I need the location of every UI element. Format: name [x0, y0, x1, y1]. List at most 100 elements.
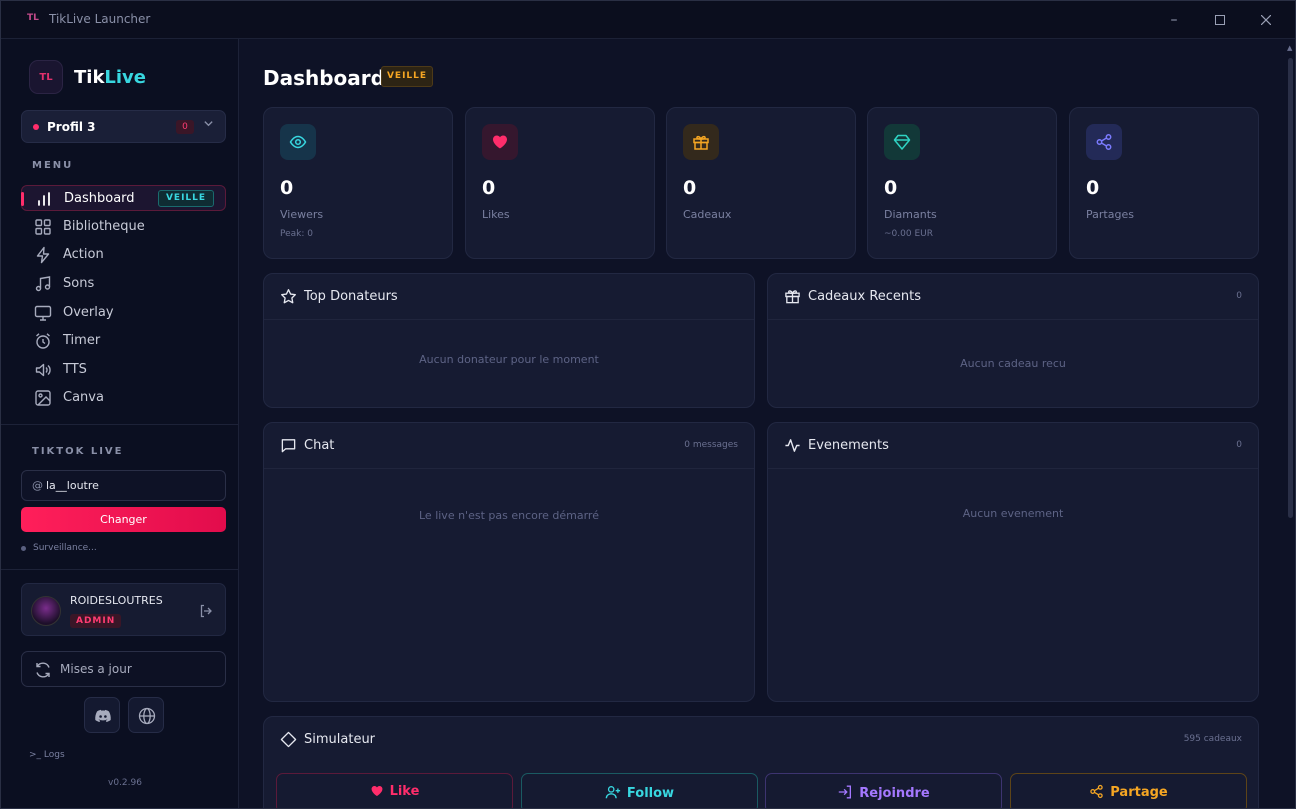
- heart-icon: [371, 785, 383, 797]
- connection-status: Surveillance...: [21, 543, 97, 553]
- panel-header: Simulateur 595 cadeaux: [264, 717, 1258, 763]
- brand-logo-icon: TL: [29, 60, 63, 94]
- avatar: [31, 596, 61, 626]
- grid-icon: [35, 219, 51, 235]
- gift-icon: [785, 290, 800, 304]
- sidebar-item-bibliotheque[interactable]: Bibliotheque: [21, 214, 226, 240]
- stat-label: Cadeaux: [683, 208, 732, 221]
- sidebar-item-tts[interactable]: TTS: [21, 357, 226, 383]
- brand: TL TikLive: [29, 59, 146, 95]
- tiktok-section-label: TIKTOK LIVE: [32, 446, 124, 457]
- minimize-button[interactable]: –: [1162, 9, 1186, 31]
- app-window: TL TikLive Launcher – TL TikLive Profil …: [0, 0, 1296, 809]
- sidebar-item-dashboard[interactable]: Dashboard VEILLE: [21, 185, 226, 211]
- stat-value: 0: [683, 177, 697, 199]
- profile-selector[interactable]: Profil 3 0: [21, 110, 226, 143]
- sidebar-item-sons[interactable]: Sons: [21, 271, 226, 297]
- image-icon: [35, 390, 51, 406]
- chat-panel: Chat 0 messages Le live n'est pas encore…: [263, 422, 755, 702]
- status-badge: VEILLE: [381, 66, 433, 87]
- logs-link[interactable]: >_ Logs: [29, 750, 65, 760]
- sidebar-item-overlay[interactable]: Overlay: [21, 300, 226, 326]
- empty-state: Aucun donateur pour le moment: [419, 353, 599, 366]
- main-scrollbar[interactable]: ▲: [1285, 40, 1295, 808]
- panel-title: Simulateur: [304, 732, 376, 747]
- title-bar: TL TikLive Launcher –: [1, 1, 1295, 39]
- at-prefix: @: [32, 479, 43, 492]
- panel-header: Top Donateurs: [264, 274, 754, 320]
- button-content: Follow: [522, 784, 757, 801]
- stat-subtext: ~0.00 EUR: [884, 229, 933, 239]
- logout-icon[interactable]: [198, 603, 214, 619]
- stat-label: Viewers: [280, 208, 324, 221]
- discord-icon: [95, 709, 111, 722]
- stat-card-shares: 0 Partages: [1069, 107, 1259, 259]
- sidebar-item-label: TTS: [63, 362, 87, 377]
- eye-icon: [280, 124, 316, 160]
- main-content: Dashboard VEILLE 0 Viewers Peak: 0 0 Lik…: [240, 40, 1285, 808]
- maximize-button[interactable]: [1208, 9, 1232, 31]
- panel-title: Chat: [304, 438, 335, 453]
- profile-name: Profil 3: [47, 119, 96, 134]
- sidebar-item-label: Overlay: [63, 305, 114, 320]
- active-indicator: [21, 192, 24, 206]
- change-handle-button[interactable]: Changer: [21, 507, 226, 532]
- discord-button[interactable]: [84, 697, 120, 733]
- gift-count: 595 cadeaux: [1183, 734, 1242, 744]
- brand-name-live: Live: [104, 66, 147, 88]
- tiktok-handle-value: la__loutre: [46, 479, 99, 492]
- button-label: Follow: [626, 786, 675, 801]
- button-content: Rejoindre: [766, 784, 1001, 801]
- connection-status-text: Surveillance...: [33, 543, 97, 553]
- page-title: Dashboard: [263, 66, 385, 90]
- brand-name-tik: Tik: [74, 66, 105, 88]
- website-button[interactable]: [128, 697, 164, 733]
- refresh-icon: [36, 662, 50, 678]
- simulate-join-button[interactable]: Rejoindre: [765, 773, 1002, 808]
- profile-status-dot: [33, 123, 39, 130]
- button-content: Like: [277, 784, 512, 799]
- sidebar-divider: [1, 424, 239, 425]
- share-icon: [1086, 124, 1122, 160]
- maximize-icon: [1215, 15, 1225, 25]
- panel-title: Evenements: [808, 438, 889, 453]
- sidebar-item-label: Canva: [63, 390, 104, 405]
- simulate-share-button[interactable]: Partage: [1010, 773, 1247, 808]
- updates-label: Mises a jour: [60, 662, 132, 676]
- close-button[interactable]: [1254, 9, 1278, 31]
- sidebar-item-label: Timer: [63, 333, 101, 348]
- message-count: 0 messages: [684, 440, 738, 450]
- user-card: ROIDESLOUTRES ADMIN: [21, 583, 226, 636]
- bar-chart-icon: [38, 192, 50, 206]
- scroll-up-icon[interactable]: ▲: [1287, 44, 1292, 52]
- updates-button[interactable]: Mises a jour: [21, 651, 226, 687]
- lightning-icon: [36, 246, 50, 264]
- button-label: Like: [389, 784, 420, 799]
- events-panel: Evenements 0 Aucun evenement: [767, 422, 1259, 702]
- sidebar-item-timer[interactable]: Timer: [21, 328, 226, 354]
- monitor-icon: [34, 305, 52, 321]
- empty-state: Le live n'est pas encore démarré: [419, 509, 599, 522]
- login-icon: [839, 785, 852, 799]
- sidebar-item-action[interactable]: Action: [21, 242, 226, 268]
- scrollbar-thumb[interactable]: [1288, 58, 1293, 518]
- sidebar-item-label: Sons: [63, 276, 95, 291]
- window-title: TikLive Launcher: [49, 12, 151, 26]
- simulate-follow-button[interactable]: Follow: [521, 773, 758, 808]
- panel-count: 0: [1236, 291, 1242, 301]
- globe-icon: [138, 707, 156, 725]
- sidebar-item-canva[interactable]: Canva: [21, 385, 226, 411]
- user-role-badge: ADMIN: [70, 614, 122, 628]
- user-name: ROIDESLOUTRES: [70, 594, 163, 607]
- music-note-icon: [35, 276, 51, 292]
- sidebar-item-label: Action: [63, 247, 104, 262]
- speaker-icon: [35, 363, 51, 377]
- tiktok-handle-input[interactable]: @ la__loutre: [21, 470, 226, 501]
- chat-bubble-icon: [281, 439, 296, 453]
- stat-card-likes: 0 Likes: [465, 107, 655, 259]
- user-plus-icon: [605, 786, 621, 799]
- heart-icon: [482, 124, 518, 160]
- stat-label: Diamants: [884, 208, 937, 221]
- simulate-like-button[interactable]: Like: [276, 773, 513, 808]
- app-version: v0.2.96: [108, 778, 142, 788]
